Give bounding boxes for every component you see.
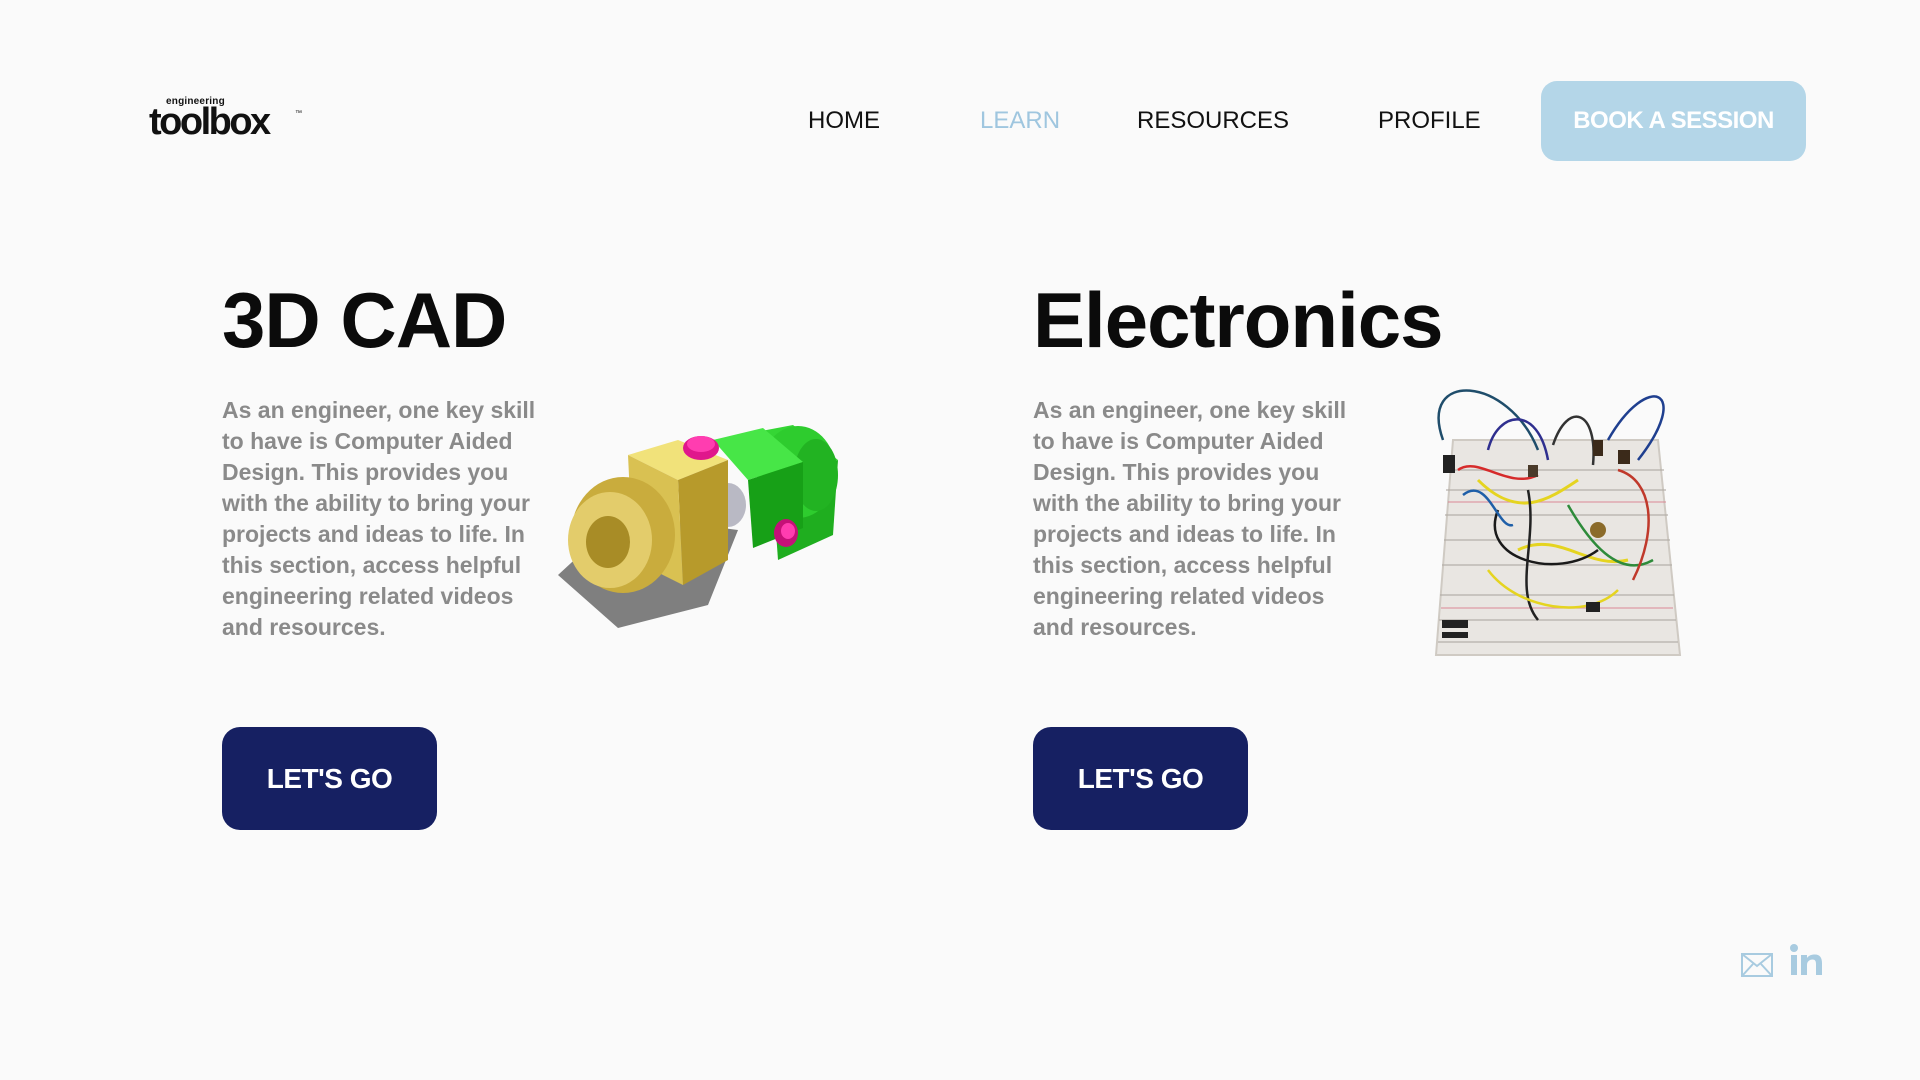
section-title-electronics: Electronics: [1033, 276, 1444, 364]
nav-home[interactable]: HOME: [808, 107, 880, 135]
section-desc-electronics: As an engineer, one key skill to have is…: [1033, 397, 1347, 640]
logo-trademark: ™: [295, 110, 302, 117]
breadboard-circuit-image: [1434, 389, 1682, 656]
nav-profile[interactable]: PROFILE: [1378, 107, 1481, 135]
section-desc-cad: As an engineer, one key skill to have is…: [222, 397, 536, 640]
book-session-button[interactable]: BOOK A SESSION: [1541, 81, 1806, 161]
section-title-cad: 3D CAD: [222, 276, 507, 364]
lets-go-button-cad[interactable]: LET'S GO: [222, 727, 437, 830]
nav-learn[interactable]: LEARN: [980, 107, 1060, 135]
cad-universal-joint-image: [558, 425, 838, 628]
logo[interactable]: engineering toolbox ™: [149, 96, 309, 143]
lets-go-button-electronics[interactable]: LET'S GO: [1033, 727, 1248, 830]
page: engineering toolbox ™ HOME LEARN RESOURC…: [0, 0, 1920, 1080]
linkedin-icon[interactable]: [1789, 943, 1823, 977]
nav-resources[interactable]: RESOURCES: [1137, 107, 1289, 135]
logo-main-text: toolbox: [149, 101, 271, 143]
mail-icon[interactable]: [1741, 953, 1773, 977]
